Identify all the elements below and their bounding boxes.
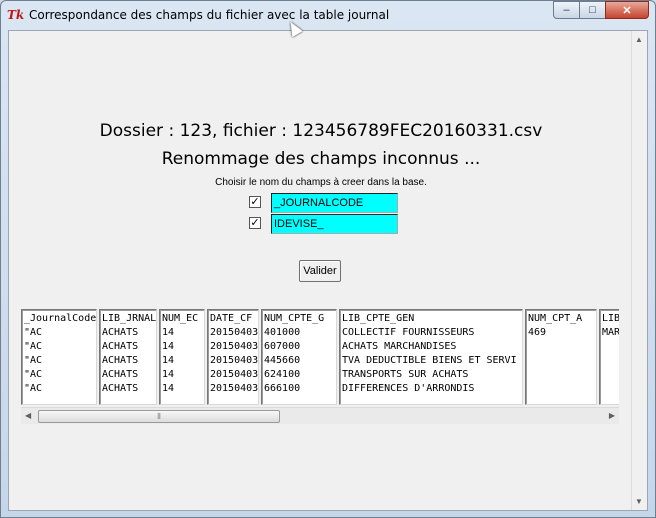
grid-cell[interactable]: 20150403	[210, 382, 258, 396]
field-name-input[interactable]: IDEVISE_	[271, 214, 398, 234]
grid-cell[interactable]: ACHATS	[102, 340, 156, 354]
grid-column[interactable]: _JournalCode "AC "AC "AC "AC "AC	[21, 309, 97, 405]
grid-cell[interactable]: 624100	[264, 368, 336, 382]
grid-cell[interactable]	[602, 354, 619, 368]
grid-cell[interactable]: 20150403	[210, 340, 258, 354]
horizontal-scrollbar[interactable]: ◀ ⦀ ▶	[21, 407, 619, 424]
grid-cell[interactable]: 666100	[264, 382, 336, 396]
grid-cell[interactable]: 14	[162, 340, 204, 354]
column-header: DATE_CF	[210, 313, 253, 324]
app-window: Tk Correspondance des champs du fichier …	[0, 0, 656, 518]
grid-cell[interactable]: TVA DEDUCTIBLE BIENS ET SERVI	[342, 354, 522, 368]
column-header: NUM_CPT_A	[528, 313, 583, 324]
grid-cell[interactable]: "AC	[24, 382, 96, 396]
grid-cell[interactable]: 20150403	[210, 326, 258, 340]
grid-cell[interactable]: 401000	[264, 326, 336, 340]
grid-cell[interactable]	[528, 382, 596, 396]
scroll-up-arrow-icon[interactable]: ▲	[635, 35, 643, 44]
column-header: LIB_JRNAL	[102, 313, 157, 324]
valider-button[interactable]: Valider	[299, 260, 341, 282]
grid-cell[interactable]: "AC	[24, 368, 96, 382]
grid-column[interactable]: LIB_ MAR	[599, 309, 619, 405]
grid-cell[interactable]: 607000	[264, 340, 336, 354]
scroll-thumb[interactable]: ⦀	[38, 410, 280, 423]
column-header: NUM_CPTE_G	[264, 313, 325, 324]
grid-cell[interactable]: 14	[162, 382, 204, 396]
minimize-button[interactable]: –	[553, 1, 579, 19]
caption-buttons: – □ ✕	[553, 1, 649, 21]
column-header: LIB_	[602, 313, 619, 324]
grid-cell[interactable]: 20150403	[210, 354, 258, 368]
column-header: LIB_CPTE_GEN	[342, 313, 415, 324]
grid-column[interactable]: LIB_CPTE_GEN COLLECTIF FOURNISSEURS ACHATS…	[339, 309, 523, 405]
grid-cell[interactable]: 14	[162, 326, 204, 340]
grid-cell[interactable]: COLLECTIF FOURNISSEURS	[342, 326, 522, 340]
maximize-button[interactable]: □	[579, 1, 605, 19]
field-name-input[interactable]: _JOURNALCODE	[271, 193, 398, 213]
vertical-scrollbar[interactable]: ▲ ▼	[631, 31, 647, 510]
grid-cell[interactable]: TRANSPORTS SUR ACHATS	[342, 368, 522, 382]
instruction-text: Choisir le nom du champs à creer dans la…	[215, 177, 427, 188]
grid-cell[interactable]: "AC	[24, 326, 96, 340]
grid-cell[interactable]: ACHATS	[102, 382, 156, 396]
grid-column[interactable]: LIB_JRNAL ACHATS ACHATS ACHATS ACHATS ACHATS	[99, 309, 157, 405]
grid-cell[interactable]: ACHATS	[102, 368, 156, 382]
grid-cell[interactable]	[602, 368, 619, 382]
grid-cell[interactable]: 14	[162, 354, 204, 368]
grid-cell[interactable]	[602, 382, 619, 396]
column-header: _JournalCode	[24, 313, 97, 324]
scroll-left-arrow-icon[interactable]: ◀	[25, 411, 31, 420]
grid-column[interactable]: NUM_EC 14 14 14 14 14	[159, 309, 205, 405]
data-grid: _JournalCode "AC "AC "AC "AC "AC LIB_JRNAL ACHA…	[21, 309, 619, 405]
window-title: Correspondance des champs du fichier ave…	[29, 8, 390, 22]
grid-cell[interactable]: 445660	[264, 354, 336, 368]
grid-cell[interactable]: DIFFERENCES D'ARRONDIS	[342, 382, 522, 396]
field-checkbox[interactable]: ✓	[249, 217, 261, 229]
grid-column[interactable]: NUM_CPTE_G 401000 607000 445660 624100 666100	[261, 309, 337, 405]
grid-cell[interactable]: "AC	[24, 354, 96, 368]
grid-column[interactable]: NUM_CPT_A 469	[525, 309, 597, 405]
client-area: Dossier : 123, fichier : 123456789FEC201…	[8, 30, 648, 511]
grid-cell[interactable]: 469	[528, 326, 596, 340]
field-checkbox[interactable]: ✓	[249, 196, 261, 208]
close-button[interactable]: ✕	[605, 1, 649, 19]
grid-cell[interactable]: ACHATS	[102, 354, 156, 368]
grid-cell[interactable]	[528, 340, 596, 354]
dossier-heading: Dossier : 123, fichier : 123456789FEC201…	[99, 121, 543, 141]
scroll-down-arrow-icon[interactable]: ▼	[635, 497, 643, 506]
tk-feather-icon: Tk	[7, 8, 25, 22]
column-header: NUM_EC	[162, 313, 199, 324]
grid-cell[interactable]	[528, 354, 596, 368]
grid-cell[interactable]: MAR	[602, 326, 619, 340]
scroll-right-arrow-icon[interactable]: ▶	[609, 411, 615, 420]
grid-cell[interactable]: ACHATS MARCHANDISES	[342, 340, 522, 354]
title-bar[interactable]: Tk Correspondance des champs du fichier …	[1, 1, 655, 29]
grid-cell[interactable]: "AC	[24, 340, 96, 354]
grid-cell[interactable]	[602, 340, 619, 354]
grid-cell[interactable]: ACHATS	[102, 326, 156, 340]
grid-column[interactable]: DATE_CF 20150403 20150403 20150403 20150403 2…	[207, 309, 259, 405]
rename-heading: Renommage des champs inconnus ...	[161, 149, 481, 169]
grid-cell[interactable]	[528, 368, 596, 382]
grid-cell[interactable]: 14	[162, 368, 204, 382]
grid-cell[interactable]: 20150403	[210, 368, 258, 382]
